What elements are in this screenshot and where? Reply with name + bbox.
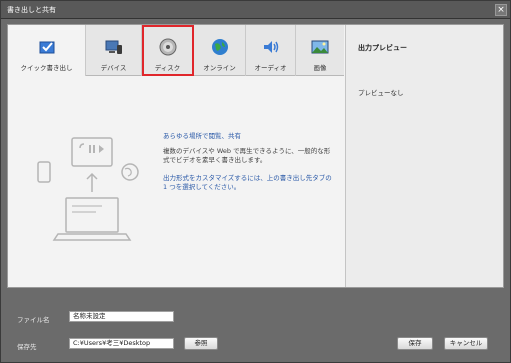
info-hint: 出力形式をカスタマイズするには、上の書き出し先タブの 1 つを選択してください。 bbox=[163, 174, 332, 191]
save-button[interactable]: 保存 bbox=[397, 337, 433, 350]
destination-tabs: クイック書き出し デバイス ディスク オンライン オーディオ 画像 bbox=[8, 25, 344, 77]
cancel-button[interactable]: キャンセル bbox=[444, 337, 488, 350]
tab-label: デバイス bbox=[100, 64, 127, 72]
footer-bar: ファイル名 名称未設定 保存先 C:¥Users¥考三¥Desktop 参照 保… bbox=[7, 296, 504, 356]
preview-empty-text: プレビューなし bbox=[358, 89, 404, 97]
title-bar: 書き出しと共有 × bbox=[1, 1, 510, 19]
globe-icon bbox=[211, 39, 228, 55]
tab-label: オンライン bbox=[203, 64, 236, 72]
main-panel: クイック書き出し デバイス ディスク オンライン オーディオ 画像 あらゆる場所… bbox=[7, 24, 504, 288]
tab-label: ディスク bbox=[154, 64, 181, 72]
image-icon bbox=[311, 40, 329, 54]
device-icon bbox=[105, 40, 122, 54]
disc-icon bbox=[159, 38, 176, 56]
tab-label: オーディオ bbox=[254, 64, 287, 72]
info-text-block: あらゆる場所で閲覧、共有 複数のデバイスや Web で再生できるように、一般的な… bbox=[163, 130, 333, 192]
close-button[interactable]: × bbox=[495, 4, 507, 16]
tab-quick-export[interactable]: クイック書き出し bbox=[8, 25, 86, 77]
tab-label: クイック書き出し bbox=[20, 64, 73, 72]
window-title: 書き出しと共有 bbox=[7, 6, 56, 14]
info-headline: あらゆる場所で閲覧、共有 bbox=[163, 132, 241, 140]
filename-label: ファイル名 bbox=[17, 316, 50, 324]
quick-export-icon bbox=[39, 41, 54, 54]
location-label: 保存先 bbox=[17, 343, 37, 351]
export-share-dialog: 書き出しと共有 × クイック書き出し デバイス ディスク オンライン オーディオ… bbox=[0, 0, 511, 363]
share-illustration bbox=[37, 137, 139, 241]
output-preview-panel: 出力プレビュー プレビューなし bbox=[345, 25, 503, 287]
speaker-icon bbox=[263, 41, 278, 53]
tab-image[interactable]: 画像 bbox=[296, 25, 344, 76]
info-body: 複数のデバイスや Web で再生できるように、一般的な形式でビデオを素早く書き出… bbox=[163, 147, 331, 164]
browse-button[interactable]: 参照 bbox=[184, 337, 218, 350]
quick-export-content: あらゆる場所で閲覧、共有 複数のデバイスや Web で再生できるように、一般的な… bbox=[8, 76, 344, 287]
tab-online[interactable]: オンライン bbox=[194, 25, 246, 76]
location-field[interactable]: C:¥Users¥考三¥Desktop bbox=[69, 338, 174, 349]
tab-audio[interactable]: オーディオ bbox=[246, 25, 296, 76]
tab-disc[interactable]: ディスク bbox=[142, 25, 194, 76]
tab-label: 画像 bbox=[313, 64, 327, 72]
filename-field[interactable]: 名称未設定 bbox=[69, 311, 174, 322]
tab-device[interactable]: デバイス bbox=[86, 25, 142, 76]
preview-title: 出力プレビュー bbox=[358, 44, 407, 52]
